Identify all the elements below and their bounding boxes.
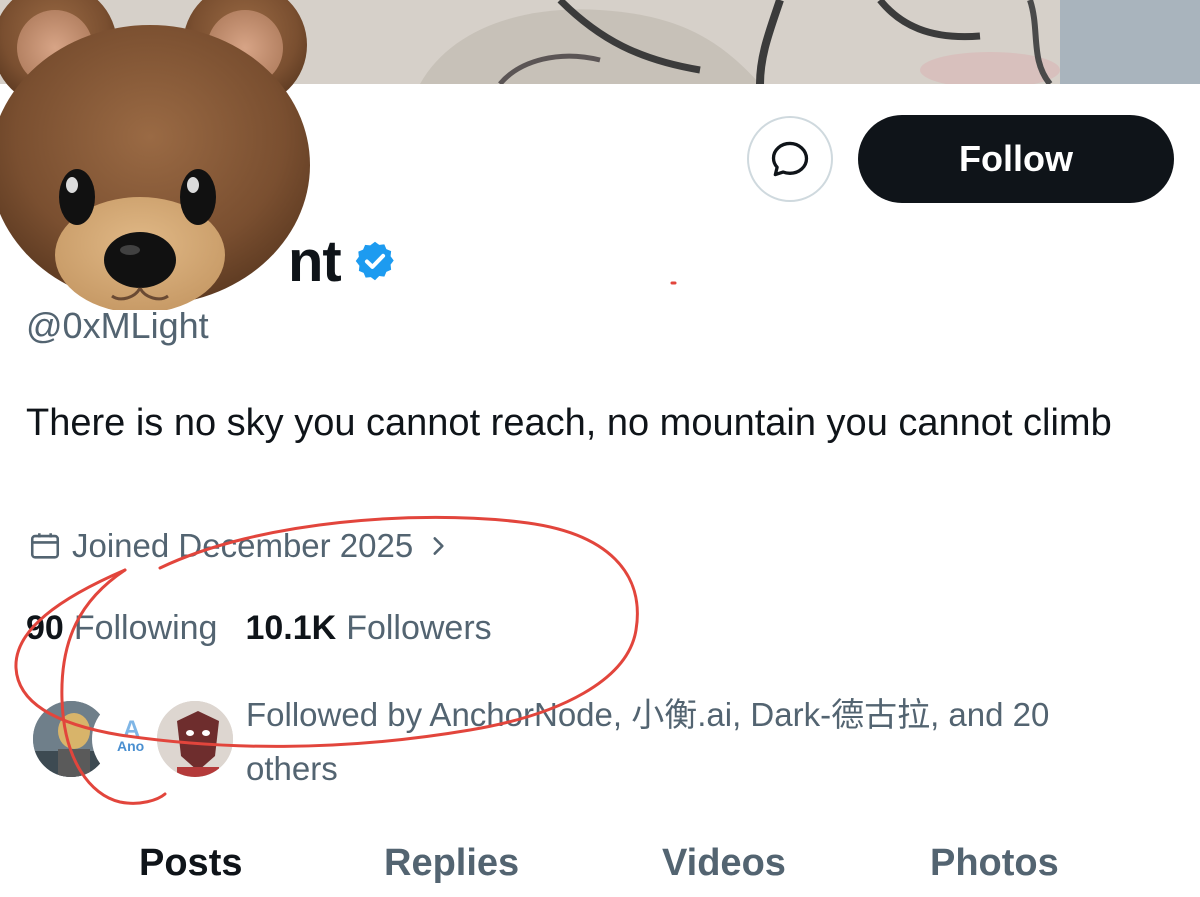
message-bubble-icon [771, 141, 809, 177]
profile-tabs: Posts Replies Videos Photos [0, 832, 1200, 897]
followed-by-text: Followed by AnchorNode, 小衡.ai, Dark-德古拉,… [246, 696, 1050, 787]
display-name-row: nt [26, 226, 397, 296]
tab-photos[interactable]: Photos [930, 842, 1059, 885]
follower-avatar [154, 698, 236, 780]
profile-handle: @0xMLight [26, 305, 209, 346]
followers-label: Followers [346, 608, 492, 647]
follow-stats: 90 Following 10.1K Followers [26, 606, 492, 650]
verified-badge-icon [355, 241, 394, 281]
profile-bio: There is no sky you cannot reach, no mou… [26, 402, 1112, 444]
display-name: nt [288, 228, 342, 294]
followed-by-avatars: A Ano [30, 698, 236, 784]
followers-count: 10.1K [245, 608, 337, 647]
follow-button[interactable]: Follow [858, 115, 1174, 203]
joined-date[interactable]: Joined December 2025 [28, 526, 451, 566]
followed-by-section[interactable]: A Ano Followed by AnchorNode, 小衡.ai, Dar… [30, 688, 1180, 788]
following-link[interactable]: 90 Following [26, 609, 217, 648]
tab-videos[interactable]: Videos [662, 842, 786, 885]
tab-posts[interactable]: Posts [139, 842, 242, 885]
following-count: 90 [26, 608, 64, 647]
chevron-right-icon [433, 537, 444, 555]
calendar-icon [30, 533, 60, 559]
following-label: Following [73, 608, 218, 647]
joined-label: Joined December 2025 [72, 527, 414, 564]
message-button[interactable] [747, 116, 833, 202]
followers-link[interactable]: 10.1K Followers [245, 609, 491, 648]
svg-text:Ano: Ano [117, 738, 144, 754]
tab-replies[interactable]: Replies [384, 842, 519, 885]
